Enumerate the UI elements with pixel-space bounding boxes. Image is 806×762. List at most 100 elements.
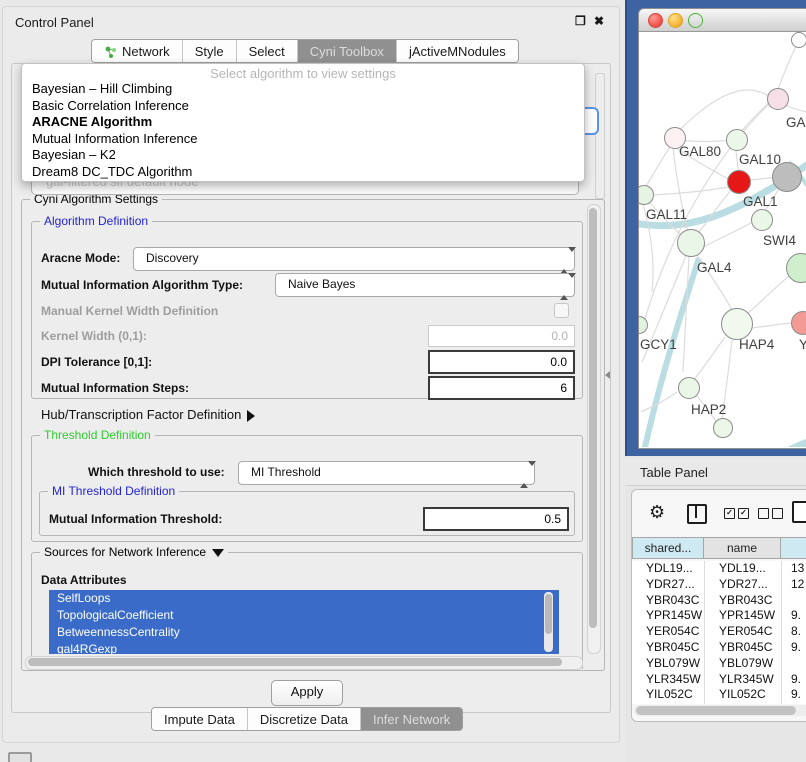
- mi-algorithm-type-combo[interactable]: Naive Bayes: [275, 273, 575, 297]
- table-rows: YDL19...YDL19...13YDR27...YDR27...12YBR0…: [632, 561, 806, 704]
- attribute-item[interactable]: gal4RGexp: [49, 641, 559, 654]
- manual-kernel-width-checkbox[interactable]: [554, 303, 569, 318]
- kernel-width-field[interactable]: 0.0: [428, 325, 575, 347]
- network-window-titlebar[interactable]: [639, 9, 806, 32]
- table-toolbar: ⚙ ✓ ✓: [632, 490, 806, 536]
- aracne-mode-label: Aracne Mode:: [41, 251, 120, 265]
- node-label-hap4: HAP4: [739, 337, 774, 352]
- deselect-all-checkbox-icon[interactable]: [758, 508, 769, 519]
- split-columns-icon[interactable]: [687, 504, 707, 524]
- algorithm-option[interactable]: Basic Correlation Inference: [22, 98, 584, 115]
- node-label-gal80: GAL80: [679, 144, 721, 159]
- node-label-gal4: GAL4: [697, 260, 732, 275]
- column-separator: [781, 561, 782, 704]
- control-tabs: Network Style Select Cyni ToolboxjActiveMNo…: [91, 39, 519, 63]
- close-icon[interactable]: ✖: [594, 14, 604, 28]
- table-row[interactable]: YDR27...YDR27...12: [632, 577, 806, 593]
- table-row[interactable]: YBR043CYBR043C: [632, 593, 806, 609]
- tab-impute-data[interactable]: Impute Data: [152, 708, 248, 730]
- network-node[interactable]: [726, 129, 748, 151]
- gear-icon[interactable]: ⚙: [649, 502, 665, 523]
- apply-button[interactable]: Apply: [271, 680, 343, 706]
- tab-label: Infer Network: [373, 712, 450, 727]
- algorithm-dropdown-popup: Select algorithm to view settings Bayesi…: [21, 63, 585, 182]
- select-all-checkbox-icon[interactable]: ✓: [738, 508, 749, 519]
- algorithm-option[interactable]: Dream8 DC_TDC Algorithm: [22, 164, 584, 181]
- attribute-item[interactable]: SelfLoops: [49, 590, 559, 607]
- threshold-definition-title: Threshold Definition: [40, 428, 155, 442]
- background-panel-edge: [595, 73, 605, 199]
- network-node[interactable]: [727, 170, 751, 194]
- column-header[interactable]: name: [704, 537, 781, 559]
- algorithm-option[interactable]: Bayesian – Hill Climbing: [22, 81, 584, 98]
- tab-network[interactable]: Network: [92, 40, 183, 62]
- algorithm-dropdown-placeholder: Select algorithm to view settings: [22, 66, 584, 81]
- float-window-icon[interactable]: ❐: [575, 14, 586, 28]
- table-row[interactable]: YBL079WYBL079W: [632, 656, 806, 672]
- network-node[interactable]: [713, 418, 733, 438]
- tab-label: Select: [249, 44, 285, 59]
- column-header[interactable]: [781, 537, 806, 559]
- attribute-item[interactable]: TopologicalCoefficient: [49, 607, 559, 624]
- panel-divider-handle[interactable]: [605, 371, 610, 379]
- network-node[interactable]: [721, 308, 753, 340]
- mi-steps-field[interactable]: 6: [428, 376, 575, 400]
- network-node[interactable]: [677, 229, 705, 257]
- screen: Control Panel ❐ ✖ NetworkStyleSelectCyni…: [0, 0, 806, 762]
- kernel-width-value: 0.0: [551, 329, 568, 343]
- table-row[interactable]: YBR045CYBR045C9.: [632, 640, 806, 656]
- network-node[interactable]: [751, 209, 773, 231]
- data-attributes-list[interactable]: SelfLoopsTopologicalCoefficientBetweenne…: [49, 590, 559, 654]
- tab-select[interactable]: Select: [237, 40, 298, 62]
- export-table-icon[interactable]: [792, 501, 806, 523]
- tab-cyni-toolbox[interactable]: Cyni Toolbox: [298, 40, 397, 62]
- table-cell: YIL052C: [646, 687, 693, 703]
- dpi-tolerance-field[interactable]: 0.0: [428, 350, 575, 374]
- mi-threshold-field[interactable]: 0.5: [423, 507, 569, 531]
- table-row[interactable]: YER054CYER054C8.: [632, 624, 806, 640]
- expand-right-icon: [247, 410, 255, 422]
- attribute-item[interactable]: BetweennessCentrality: [49, 624, 559, 641]
- algorithm-option[interactable]: Mutual Information Inference: [22, 131, 584, 148]
- table-cell: YPR145W: [646, 608, 702, 624]
- tab-infer-network[interactable]: Infer Network: [361, 708, 462, 730]
- table-row[interactable]: YPR145WYPR145W9.: [632, 608, 806, 624]
- tab-label: Style: [195, 44, 224, 59]
- table-panel-titlebar: Table Panel: [625, 458, 806, 486]
- attributes-scrollbar[interactable]: [544, 592, 553, 652]
- settings-horizontal-scrollbar[interactable]: [25, 656, 583, 670]
- deselect-all-checkbox-icon[interactable]: [772, 508, 783, 519]
- sources-title[interactable]: Sources for Network Inference: [40, 545, 228, 559]
- table-row[interactable]: YIL052CYIL052C9.: [632, 687, 806, 703]
- column-header[interactable]: shared...: [632, 537, 704, 559]
- network-canvas[interactable]: GALGAL80GAL10GAL1GAL11SWI4GAL4GCY1HAP4YH…: [639, 32, 806, 447]
- which-threshold-value: MI Threshold: [251, 465, 321, 479]
- algorithm-dropdown-items: Bayesian – Hill ClimbingBasic Correlatio…: [22, 81, 584, 180]
- settings-vertical-scrollbar[interactable]: [587, 204, 601, 654]
- table-row[interactable]: YLR345WYLR345W9.: [632, 672, 806, 688]
- hub-definition-toggle[interactable]: Hub/Transcription Factor Definition: [41, 407, 255, 422]
- tab-discretize-data[interactable]: Discretize Data: [248, 708, 361, 730]
- column-separator: [704, 561, 705, 704]
- network-node[interactable]: [678, 377, 700, 399]
- algorithm-option[interactable]: ARACNE Algorithm: [22, 114, 584, 131]
- dock-panel-icon[interactable]: [8, 752, 32, 762]
- table-horizontal-scrollbar[interactable]: [634, 705, 806, 716]
- algorithm-option[interactable]: Bayesian – K2: [22, 147, 584, 164]
- table-row[interactable]: YDL19...YDL19...13: [632, 561, 806, 577]
- mi-algorithm-type-value: Naive Bayes: [288, 277, 355, 291]
- network-node[interactable]: [767, 88, 789, 110]
- zoom-traffic-icon[interactable]: [688, 13, 703, 28]
- aracne-mode-combo[interactable]: Discovery: [133, 247, 575, 271]
- close-traffic-icon[interactable]: [648, 13, 663, 28]
- minimize-traffic-icon[interactable]: [668, 13, 683, 28]
- kernel-width-label: Kernel Width (0,1):: [41, 329, 147, 343]
- tab-jactivemnodules[interactable]: jActiveMNodules: [397, 40, 518, 62]
- which-threshold-combo[interactable]: MI Threshold: [238, 461, 535, 485]
- mi-threshold-title: MI Threshold Definition: [48, 484, 179, 498]
- tab-style[interactable]: Style: [183, 40, 237, 62]
- bottom-tabs: Impute DataDiscretize Data Infer Network: [151, 707, 463, 731]
- select-all-checkbox-icon[interactable]: ✓: [724, 508, 735, 519]
- spinner-arrows-icon: [560, 278, 568, 296]
- network-node[interactable]: [791, 32, 806, 48]
